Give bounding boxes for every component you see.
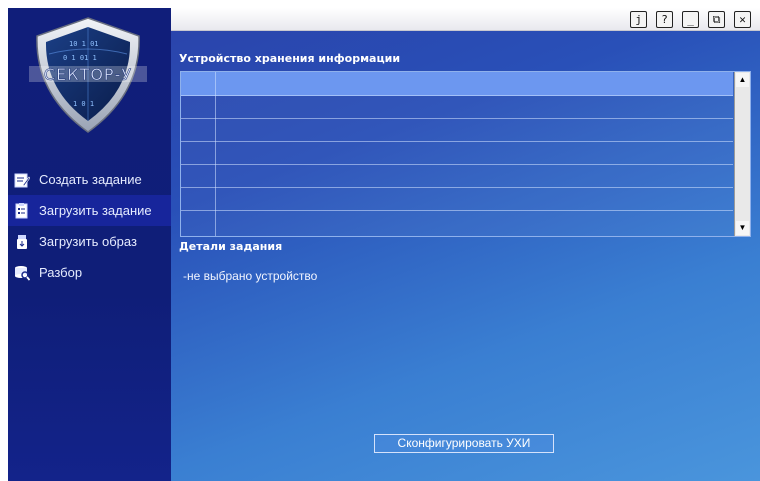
sidebar-item-analysis[interactable]: Разбор — [8, 257, 171, 288]
restore-button[interactable]: ⧉ — [708, 11, 725, 28]
help-button[interactable]: ? — [656, 11, 673, 28]
table-row[interactable] — [181, 210, 733, 236]
title-bar: j ? _ ⧉ ✕ — [171, 8, 760, 31]
minimize-button[interactable]: _ — [682, 11, 699, 28]
restore-icon: ⧉ — [712, 13, 721, 26]
svg-text:10 1 01: 10 1 01 — [69, 40, 99, 48]
table-scrollbar[interactable]: ▲ ▼ — [734, 72, 750, 236]
table-row[interactable] — [181, 72, 733, 96]
app-logo: 10 1 01 0 1 01 1 1 0 1 СЕКТОР-У — [29, 14, 147, 136]
app-window: 10 1 01 0 1 01 1 1 0 1 СЕКТОР-У Создать … — [8, 8, 760, 481]
sidebar-item-label: Разбор — [39, 265, 83, 280]
logo-text: СЕКТОР-У — [44, 65, 132, 84]
info-button[interactable]: j — [630, 11, 647, 28]
info-icon: j — [635, 13, 642, 26]
configure-storage-button[interactable]: Сконфигурировать УХИ — [374, 434, 554, 453]
svg-text:0 1 01 1: 0 1 01 1 — [63, 54, 97, 62]
sidebar-item-create-task[interactable]: Создать задание — [8, 164, 171, 195]
storage-section-title: Устройство хранения информации — [179, 52, 401, 65]
analysis-icon — [13, 264, 30, 281]
help-icon: ? — [661, 13, 668, 26]
table-row[interactable] — [181, 187, 733, 211]
details-status-text: -не выбрано устройство — [183, 269, 318, 283]
close-button[interactable]: ✕ — [734, 11, 751, 28]
scroll-down-icon[interactable]: ▼ — [736, 221, 749, 235]
svg-text:1 0 1: 1 0 1 — [73, 100, 94, 108]
sidebar-item-label: Загрузить образ — [39, 234, 137, 249]
storage-device-table[interactable]: ▲ ▼ — [180, 71, 751, 237]
sidebar-item-label: Загрузить задание — [39, 203, 152, 218]
load-task-icon — [13, 202, 30, 219]
sidebar: 10 1 01 0 1 01 1 1 0 1 СЕКТОР-У Создать … — [8, 8, 171, 481]
create-task-icon — [13, 171, 30, 188]
sidebar-item-load-image[interactable]: Загрузить образ — [8, 226, 171, 257]
sidebar-item-label: Создать задание — [39, 172, 142, 187]
details-section-title: Детали задания — [179, 240, 283, 253]
sidebar-item-load-task[interactable]: Загрузить задание — [8, 195, 171, 226]
minimize-icon: _ — [687, 13, 694, 26]
table-row[interactable] — [181, 164, 733, 188]
table-row[interactable] — [181, 95, 733, 119]
table-row[interactable] — [181, 141, 733, 165]
load-image-icon — [13, 233, 30, 250]
close-icon: ✕ — [739, 13, 746, 26]
table-row[interactable] — [181, 118, 733, 142]
scroll-up-icon[interactable]: ▲ — [736, 73, 749, 87]
sidebar-menu: Создать задание Загрузить задание Загруз… — [8, 164, 171, 288]
